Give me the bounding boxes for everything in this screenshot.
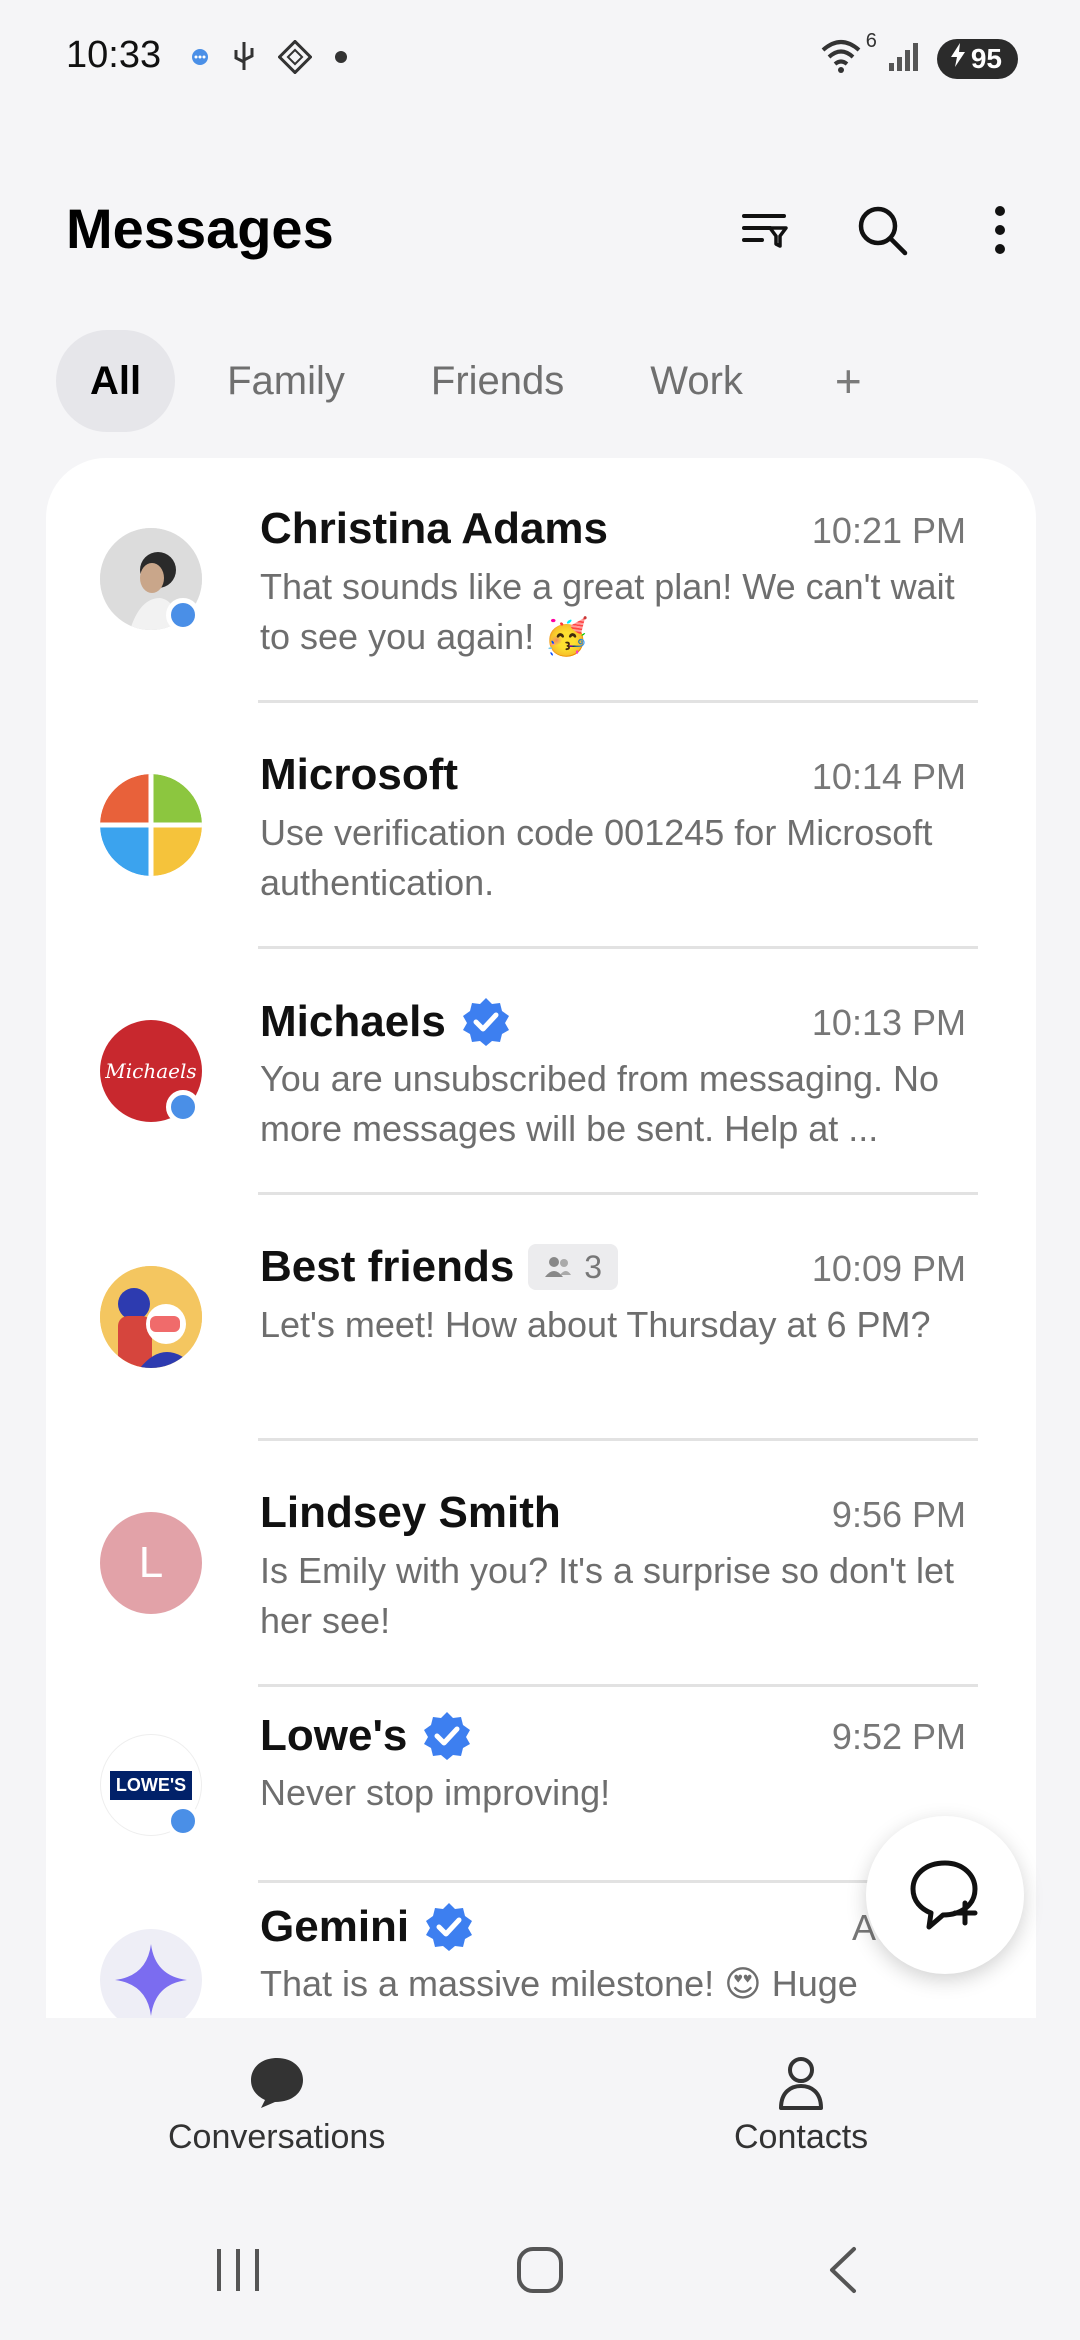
conversation-preview: You are unsubscribed from messaging. No … bbox=[260, 1058, 940, 1149]
system-navigation-bar bbox=[0, 2230, 1080, 2320]
nav-contacts[interactable]: Contacts bbox=[734, 2056, 868, 2157]
conversation-time: 10:21 PM bbox=[811, 510, 966, 551]
chat-bubble-icon bbox=[250, 2058, 303, 2108]
group-illustration-icon bbox=[100, 1266, 202, 1368]
search-button[interactable] bbox=[852, 200, 912, 260]
conversation-time: 10:09 PM bbox=[811, 1248, 966, 1289]
conversation-time: 9:56 PM bbox=[831, 1494, 966, 1535]
status-time: 10:33 bbox=[66, 34, 162, 76]
verified-badge-icon bbox=[426, 1903, 473, 1951]
wifi-badge: 6 bbox=[865, 30, 877, 52]
avatar-initial: L bbox=[138, 1538, 164, 1587]
notification-icons bbox=[190, 39, 348, 79]
more-vertical-icon bbox=[995, 206, 1005, 254]
nav-label: Conversations bbox=[168, 2118, 386, 2156]
conversation-item[interactable]: Christina Adams 10:21 PM That sounds lik… bbox=[46, 458, 1036, 704]
more-notifications-dot-icon bbox=[334, 50, 348, 69]
conversation-time: 9:52 PM bbox=[831, 1716, 966, 1757]
michaels-logo: Michaels bbox=[105, 1059, 197, 1083]
usb-icon bbox=[232, 40, 256, 79]
group-avatar bbox=[100, 1266, 202, 1368]
conversation-preview: That is a massive milestone! 😍 Huge bbox=[260, 1963, 858, 2004]
person-icon bbox=[779, 2057, 824, 2110]
conversation-name: Lindsey Smith bbox=[260, 1488, 561, 1537]
conversation-name: Gemini bbox=[260, 1901, 475, 1953]
home-icon bbox=[517, 2247, 563, 2293]
unread-indicator bbox=[166, 1090, 200, 1124]
battery-indicator: 95 bbox=[936, 38, 1018, 79]
new-chat-icon bbox=[910, 1860, 978, 1930]
charging-bolt-icon bbox=[949, 42, 967, 75]
contact-avatar bbox=[100, 1929, 202, 2018]
page-title: Messages bbox=[66, 197, 334, 260]
conversation-name: Christina Adams bbox=[260, 504, 609, 553]
conversation-item[interactable]: Michaels Michaels 10:13 PM You are unsub… bbox=[46, 950, 1036, 1196]
nav-label: Contacts bbox=[734, 2118, 869, 2156]
unread-indicator bbox=[166, 1804, 200, 1838]
header-actions bbox=[734, 200, 1030, 260]
conversation-item[interactable]: Best friends 3 10:09 PM Let's meet! How … bbox=[46, 1196, 1036, 1442]
recents-icon bbox=[217, 2249, 259, 2291]
conversation-preview: Let's meet! How about Thursday at 6 PM? bbox=[260, 1304, 931, 1345]
filter-icon bbox=[742, 214, 788, 248]
chat-notification-icon bbox=[190, 47, 210, 72]
conversation-preview: That sounds like a great plan! We can't … bbox=[260, 566, 955, 657]
tab-family[interactable]: Family bbox=[193, 330, 379, 432]
filter-button[interactable] bbox=[734, 200, 794, 260]
back-button[interactable] bbox=[812, 2240, 872, 2300]
tab-all[interactable]: All bbox=[56, 330, 176, 432]
conversation-preview: Use verification code 001245 for Microso… bbox=[260, 812, 933, 903]
verified-badge-icon bbox=[462, 998, 509, 1046]
tab-work[interactable]: Work bbox=[616, 330, 777, 432]
wifi-icon: 6 bbox=[819, 30, 877, 79]
divider bbox=[258, 1684, 978, 1687]
conversation-preview: Is Emily with you? It's a surprise so do… bbox=[260, 1550, 955, 1641]
bottom-navigation: Conversations Contacts bbox=[0, 2018, 1080, 2198]
unread-indicator bbox=[166, 598, 200, 632]
nav-conversations[interactable]: Conversations bbox=[168, 2056, 385, 2157]
home-button[interactable] bbox=[510, 2240, 570, 2300]
people-icon bbox=[545, 1257, 572, 1277]
conversation-name: Microsoft bbox=[260, 750, 458, 799]
conversation-time: 10:14 PM bbox=[811, 756, 966, 797]
divider bbox=[258, 1438, 978, 1441]
microsoft-logo-icon bbox=[100, 774, 202, 876]
member-count-badge: 3 bbox=[528, 1244, 619, 1290]
conversation-name: Best friends 3 bbox=[260, 1242, 619, 1292]
gemini-sparkle-icon bbox=[115, 1944, 187, 2016]
category-tabs: All Family Friends Work + bbox=[56, 330, 862, 432]
battery-level: 95 bbox=[970, 42, 1002, 74]
divider bbox=[258, 1192, 978, 1195]
contact-avatar: L bbox=[100, 1512, 202, 1614]
verified-badge-icon bbox=[424, 1712, 471, 1760]
nfc-icon bbox=[277, 39, 313, 79]
conversation-item[interactable]: Microsoft 10:14 PM Use verification code… bbox=[46, 704, 1036, 950]
add-category-button[interactable]: + bbox=[835, 354, 862, 408]
conversation-name: Lowe's bbox=[260, 1710, 473, 1762]
back-icon bbox=[830, 2247, 856, 2293]
conversation-name: Michaels bbox=[260, 996, 512, 1048]
system-status-icons: 6 95 bbox=[819, 30, 1018, 79]
divider bbox=[258, 946, 978, 949]
new-conversation-button[interactable] bbox=[866, 1816, 1024, 1974]
conversation-preview: Never stop improving! bbox=[260, 1772, 611, 1813]
more-options-button[interactable] bbox=[970, 200, 1030, 260]
recent-apps-button[interactable] bbox=[208, 2240, 268, 2300]
conversation-list: Christina Adams 10:21 PM That sounds lik… bbox=[46, 458, 1036, 2018]
signal-icon bbox=[887, 39, 923, 78]
divider bbox=[258, 700, 978, 703]
conversation-time: 10:13 PM bbox=[811, 1002, 966, 1043]
contact-avatar bbox=[100, 774, 202, 876]
search-icon bbox=[858, 206, 908, 256]
app-header: Messages bbox=[66, 180, 1030, 280]
lowes-logo: LOWE'S bbox=[109, 1770, 193, 1800]
status-bar: 10:33 6 95 bbox=[0, 0, 1080, 120]
conversation-item[interactable]: L Lindsey Smith 9:56 PM Is Emily with yo… bbox=[46, 1442, 1036, 1688]
tab-friends[interactable]: Friends bbox=[397, 330, 598, 432]
